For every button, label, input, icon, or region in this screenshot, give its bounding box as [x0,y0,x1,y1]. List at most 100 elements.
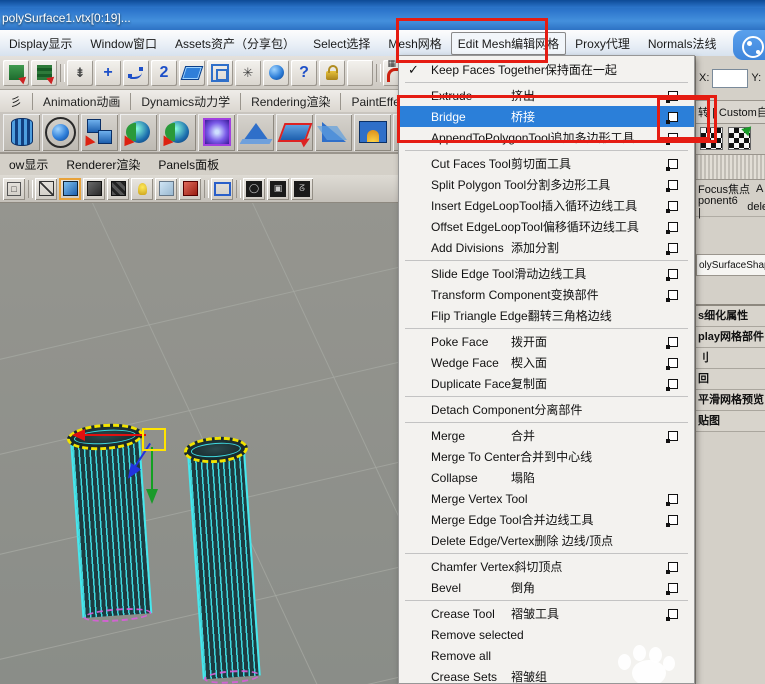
option-box-icon[interactable] [666,494,678,506]
menu-item-slide-edge-tool[interactable]: Slide Edge Tool 滑动边线工具 [399,263,694,284]
select-curve-icon[interactable]: 2 [151,59,177,86]
option-box-icon[interactable] [666,337,678,349]
menu-item-merge-edge-tool[interactable]: Merge Edge Tool 合并边线工具 [399,509,694,530]
x-coordinate-input[interactable] [712,68,749,88]
menu-item-collapse[interactable]: Collapse 塌陷 [399,467,694,488]
option-box-icon[interactable] [666,201,678,213]
select-points-icon[interactable] [123,59,149,86]
menu-proxy[interactable]: Proxy代理 [566,32,639,55]
ipr-render-icon[interactable] [728,126,751,150]
textured-pattern-icon[interactable] [107,177,129,200]
use-all-lights-icon[interactable] [131,177,153,200]
textured-mode-icon[interactable] [83,177,105,200]
manipulator-center-handle[interactable] [142,428,166,451]
menu-item-flip-triangle-edge[interactable]: Flip Triangle Edge 翻转三角格边线 [399,305,694,326]
option-box-icon[interactable] [666,379,678,391]
field-chart-icon[interactable]: ▣ [267,177,289,200]
menu-item-cut-faces-tool[interactable]: Cut Faces Tool 剪切面工具 [399,153,694,174]
menu-item-bevel[interactable]: Bevel 倒角 [399,577,694,598]
resolution-gate-icon[interactable] [211,177,233,200]
isolate-select-icon[interactable]: ◯ [243,177,265,200]
manipulator-y-axis[interactable] [151,447,153,490]
shelf-tab-dynamics[interactable]: Dynamics动力学 [131,92,242,110]
option-box-icon[interactable] [666,222,678,234]
attribute-section-2[interactable]: 刂 [696,348,765,369]
option-box-icon[interactable] [666,515,678,527]
custom-shelf-tab[interactable]: Custom自 [719,104,765,120]
shaded-mode-icon[interactable] [59,177,81,200]
option-box-icon[interactable] [666,290,678,302]
polygon-cylinder-icon[interactable] [3,113,40,151]
attribute-section-4[interactable]: 平滑网格预览 [696,390,765,411]
option-box-icon[interactable] [666,358,678,370]
menu-item-chamfer-vertex[interactable]: Chamfer Vertex 斜切顶点 [399,556,694,577]
default-material-icon[interactable] [179,177,201,200]
option-box-icon[interactable] [666,180,678,192]
select-component-icon[interactable] [31,59,57,86]
select-misc-icon[interactable]: ? [291,59,317,86]
option-box-icon[interactable] [666,583,678,595]
option-box-icon[interactable] [666,159,678,171]
curve-display-icon[interactable]: ᘔ [291,177,313,200]
menu-select[interactable]: Select选择 [304,32,379,55]
menu-normals[interactable]: Normals法线 [639,32,726,55]
panel-menu-panels[interactable]: Panels面板 [149,156,228,173]
mirror-geometry-icon[interactable] [159,113,196,151]
attribute-section-5[interactable]: 贴图 [696,411,765,432]
shape-node-tab[interactable]: olySurfaceShape [696,254,765,276]
snap-mode-stack-icon[interactable]: ⇟ [67,59,93,86]
wireframe-mode-icon[interactable] [35,177,57,200]
highlight-selection-icon[interactable] [347,59,373,86]
menu-assets[interactable]: Assets资产（分享包） [166,32,304,55]
panel-menu-renderer[interactable]: Renderer渲染 [57,156,149,173]
menu-item-poke-face[interactable]: Poke Face 拨开面 [399,331,694,352]
combine-icon[interactable] [81,113,118,151]
menu-item-detach-component[interactable]: Detach Component 分离部件 [399,399,694,420]
shelf-tab-rendering[interactable]: Rendering渲染 [241,92,342,110]
menu-item-wedge-face[interactable]: Wedge Face 楔入面 [399,352,694,373]
menu-item-delete-edge-vertex[interactable]: Delete Edge/Vertex 删除 边线/顶点 [399,530,694,551]
lock-selection-icon[interactable] [319,59,345,86]
smooth-icon[interactable] [198,113,235,151]
share-button[interactable] [733,30,765,60]
extrude-face-icon[interactable] [276,113,313,151]
attribute-section-3[interactable]: 回 [696,369,765,390]
menu-item-duplicate-face[interactable]: Duplicate Face 复制面 [399,373,694,394]
delete-button-fragment[interactable]: dele [747,201,765,213]
bridge-icon[interactable] [354,113,391,151]
menu-item-insert-edgelooptool[interactable]: Insert EdgeLoopTool 插入循环边线工具 [399,195,694,216]
option-box-icon[interactable] [666,243,678,255]
attribute-section-0[interactable]: s细化属性 [696,306,765,327]
select-particle-icon[interactable]: ✳ [235,59,261,86]
menu-window[interactable]: Window窗口 [81,32,166,55]
select-by-hierarchy-icon[interactable]: + [95,59,121,86]
menu-item-merge-to-center[interactable]: Merge To Center 合并到中心线 [399,446,694,467]
menu-item-split-polygon-tool[interactable]: Split Polygon Tool 分割多边形工具 [399,174,694,195]
option-box-icon[interactable] [666,269,678,281]
select-sphere-icon[interactable] [263,59,289,86]
menu-item-merge-vertex-tool[interactable]: Merge Vertex Tool [399,488,694,509]
select-hull-icon[interactable] [207,59,233,86]
booleans-icon[interactable] [120,113,157,151]
polygon-sphere-icon[interactable] [42,113,79,151]
shadows-icon[interactable] [155,177,177,200]
attribute-section-1[interactable]: play网格部件 [696,327,765,348]
cylinder-right[interactable] [183,434,264,684]
shelf-tab-fragment[interactable]: 彡 [0,92,34,110]
manipulator-x-axis[interactable] [84,434,146,436]
menu-item-add-divisions[interactable]: Add Divisions 添加分割 [399,237,694,258]
menu-item-transform-component[interactable]: Transform Component 变换部件 [399,284,694,305]
menu-item-remove-selected[interactable]: Remove selected [399,624,694,645]
poke-face-icon[interactable] [237,113,274,151]
option-box-icon[interactable] [666,562,678,574]
option-box-icon[interactable] [666,609,678,621]
panel-menu-ow[interactable]: ow显示 [0,156,57,173]
option-box-icon[interactable] [666,431,678,443]
menu-display[interactable]: Display显示 [0,32,81,55]
select-object-icon[interactable] [3,59,29,86]
camera-partial-icon[interactable]: □ [3,177,25,200]
menu-item-merge[interactable]: Merge 合并 [399,425,694,446]
shelf-tab-animation[interactable]: Animation动画 [33,92,132,110]
select-face-icon[interactable] [179,59,205,86]
wedge-face-icon[interactable] [315,113,352,151]
